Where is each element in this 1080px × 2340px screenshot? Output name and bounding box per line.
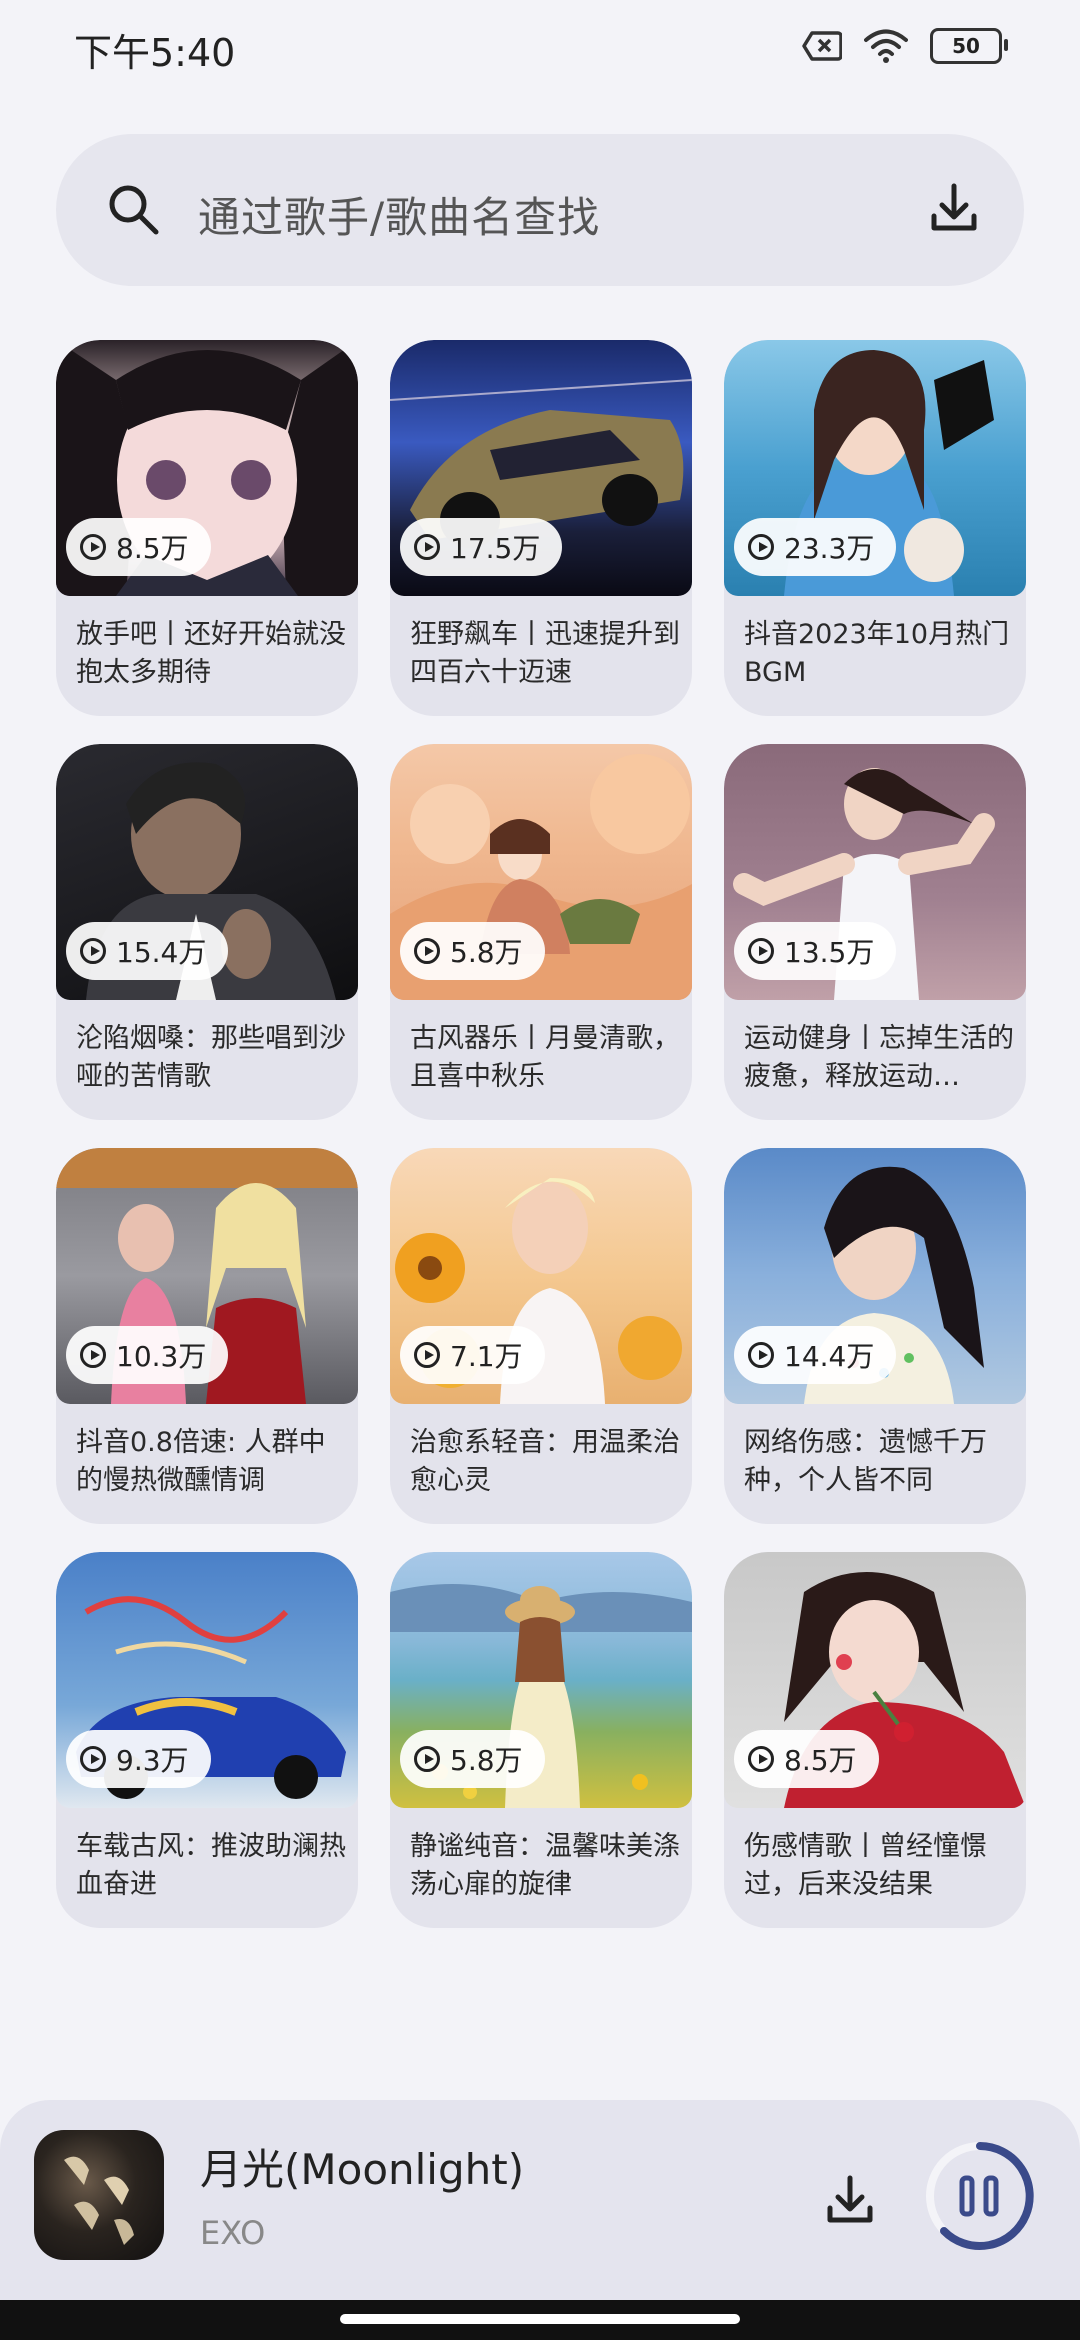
- play-count-badge: 23.3万: [734, 518, 897, 576]
- search-bar[interactable]: 通过歌手/歌曲名查找: [56, 134, 1024, 286]
- playlist-card[interactable]: 7.1万 治愈系轻音：用温柔治愈心灵: [390, 1148, 692, 1524]
- play-count-badge: 7.1万: [400, 1326, 545, 1384]
- play-icon: [748, 1746, 774, 1772]
- play-count: 8.5万: [784, 1744, 857, 1777]
- play-count: 23.3万: [784, 532, 875, 565]
- play-count: 8.5万: [116, 532, 189, 565]
- status-time: 下午5:40: [74, 31, 236, 75]
- mini-player[interactable]: 月光(Moonlight) EXO: [0, 2100, 1080, 2300]
- system-nav-bar: [0, 2300, 1080, 2340]
- playlist-card[interactable]: 8.5万 伤感情歌丨曾经憧憬过，后来没结果: [724, 1552, 1026, 1928]
- playlist-card[interactable]: 14.4万 网络伤感：遗憾千万种，个人皆不同: [724, 1148, 1026, 1524]
- play-icon: [748, 534, 774, 560]
- play-count: 10.3万: [116, 1340, 207, 1373]
- play-count: 15.4万: [116, 936, 207, 969]
- playlist-title: 网络伤感：遗憾千万种，个人皆不同: [744, 1427, 987, 1496]
- status-icons: 50: [802, 28, 1008, 64]
- song-artist: EXO: [200, 2214, 266, 2252]
- playlist-title: 狂野飙车丨迅速提升到四百六十迈速: [410, 619, 680, 688]
- pause-button[interactable]: [924, 2140, 1036, 2252]
- play-icon: [748, 1342, 774, 1368]
- play-icon: [414, 1746, 440, 1772]
- playlist-card[interactable]: 10.3万 抖音0.8倍速: 人群中的慢热微醺情调: [56, 1148, 358, 1524]
- play-count: 17.5万: [450, 532, 541, 565]
- play-icon: [414, 1342, 440, 1368]
- playlist-title: 静谧纯音：温馨味美涤荡心扉的旋律: [410, 1831, 680, 1900]
- playlist-card[interactable]: 5.8万 静谧纯音：温馨味美涤荡心扉的旋律: [390, 1552, 692, 1928]
- playlist-card[interactable]: 17.5万 狂野飙车丨迅速提升到四百六十迈速: [390, 340, 692, 716]
- playlist-title: 古风器乐丨月曼清歌，且喜中秋乐: [410, 1023, 680, 1092]
- album-art[interactable]: [34, 2130, 164, 2260]
- play-count-badge: 8.5万: [734, 1730, 879, 1788]
- playlist-card[interactable]: 23.3万 抖音2023年10月热门BGM: [724, 340, 1026, 716]
- playlist-title: 沦陷烟嗓：那些唱到沙哑的苦情歌: [76, 1023, 346, 1092]
- play-count: 9.3万: [116, 1744, 189, 1777]
- play-count-badge: 17.5万: [400, 518, 563, 576]
- playlist-card[interactable]: 5.8万 古风器乐丨月曼清歌，且喜中秋乐: [390, 744, 692, 1120]
- search-input[interactable]: 通过歌手/歌曲名查找: [198, 184, 600, 245]
- no-sim-icon: [802, 31, 842, 61]
- play-count-badge: 14.4万: [734, 1326, 897, 1384]
- play-icon: [748, 938, 774, 964]
- play-icon: [80, 1342, 106, 1368]
- play-count: 5.8万: [450, 1744, 523, 1777]
- song-title: 月光(Moonlight): [200, 2145, 525, 2194]
- playlist-card[interactable]: 9.3万 车载古风：推波助澜热血奋进: [56, 1552, 358, 1928]
- playlist-title: 运动健身丨忘掉生活的疲惫，释放运动…: [744, 1023, 1014, 1092]
- battery-icon: 50: [930, 28, 1008, 64]
- playlist-title: 伤感情歌丨曾经憧憬过，后来没结果: [744, 1831, 987, 1900]
- playlist-card[interactable]: 13.5万 运动健身丨忘掉生活的疲惫，释放运动…: [724, 744, 1026, 1120]
- play-count-badge: 10.3万: [66, 1326, 229, 1384]
- play-icon: [414, 938, 440, 964]
- download-icon[interactable]: [924, 178, 984, 238]
- battery-level: 50: [952, 34, 980, 58]
- playlist-card[interactable]: 15.4万 沦陷烟嗓：那些唱到沙哑的苦情歌: [56, 744, 358, 1120]
- play-icon: [80, 534, 106, 560]
- status-bar: 下午5:40 50: [0, 0, 1080, 100]
- play-count: 7.1万: [450, 1340, 523, 1373]
- play-count-badge: 5.8万: [400, 1730, 545, 1788]
- play-count-badge: 13.5万: [734, 922, 897, 980]
- play-count-badge: 8.5万: [66, 518, 211, 576]
- play-count: 14.4万: [784, 1340, 875, 1373]
- play-count-badge: 15.4万: [66, 922, 229, 980]
- play-count: 5.8万: [450, 936, 523, 969]
- home-indicator[interactable]: [340, 2314, 740, 2324]
- search-icon: [109, 185, 159, 235]
- playlist-title: 放手吧丨还好开始就没抱太多期待: [76, 619, 346, 688]
- playlist-title: 车载古风：推波助澜热血奋进: [76, 1831, 346, 1900]
- playlist-title: 治愈系轻音：用温柔治愈心灵: [410, 1427, 680, 1496]
- play-count-badge: 5.8万: [400, 922, 545, 980]
- play-icon: [414, 534, 440, 560]
- playlist-title: 抖音2023年10月热门BGM: [744, 619, 1010, 688]
- download-icon[interactable]: [820, 2170, 880, 2230]
- playlist-title: 抖音0.8倍速: 人群中的慢热微醺情调: [76, 1427, 326, 1496]
- play-count-badge: 9.3万: [66, 1730, 211, 1788]
- play-count: 13.5万: [784, 936, 875, 969]
- play-icon: [80, 1746, 106, 1772]
- play-icon: [80, 938, 106, 964]
- playlist-card[interactable]: 8.5万 放手吧丨还好开始就没抱太多期待: [56, 340, 358, 716]
- wifi-icon: [864, 29, 908, 63]
